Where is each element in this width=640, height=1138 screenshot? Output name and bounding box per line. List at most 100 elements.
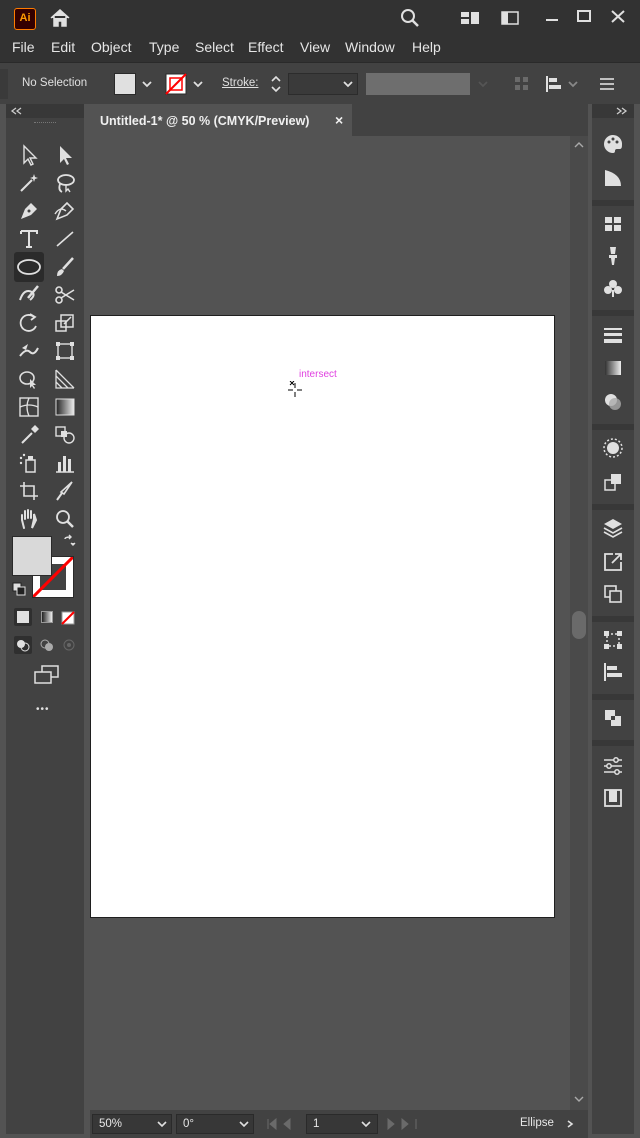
symbols-icon[interactable] [601,276,625,300]
color-panel-icon[interactable] [601,132,625,156]
change-screen-mode-icon[interactable] [32,664,60,686]
blend-tool[interactable] [52,422,78,448]
draw-inside-icon[interactable] [60,636,78,654]
tools-panel-header[interactable] [6,104,84,118]
swatches-icon[interactable] [601,212,625,236]
chevron-down-icon[interactable] [341,77,355,91]
slice-tool[interactable] [52,478,78,504]
lasso-tool[interactable] [52,170,78,196]
ellipse-tool[interactable] [14,252,44,282]
vertical-scrollbar[interactable] [570,136,588,1110]
stroke-panel-icon[interactable] [601,322,625,346]
graphic-styles-icon[interactable] [601,470,625,494]
default-fill-stroke-icon[interactable] [12,582,26,596]
brushes-icon[interactable] [601,244,625,268]
dock-header[interactable] [592,104,634,118]
chevron-right-icon[interactable] [564,1119,576,1129]
none-mode-icon[interactable] [61,611,75,625]
control-bar-gripper[interactable] [0,69,8,99]
pathfinder-icon[interactable] [601,706,625,730]
menu-help[interactable]: Help [412,39,441,55]
arrange-documents-icon[interactable] [458,6,482,30]
scroll-down-icon[interactable] [573,1094,585,1104]
artboards-icon[interactable] [601,582,625,606]
draw-behind-icon[interactable] [38,636,56,654]
column-graph-tool[interactable] [52,450,78,476]
hand-tool[interactable] [16,506,42,532]
asset-export-icon[interactable] [601,550,625,574]
chevron-down-icon[interactable] [360,1119,372,1129]
symbol-sprayer-tool[interactable] [16,450,42,476]
document-tab[interactable]: Untitled-1* @ 50 % (CMYK/Preview) × [90,104,352,136]
chevron-down-icon[interactable] [238,1119,250,1129]
scale-tool[interactable] [52,310,78,336]
eyedropper-tool[interactable] [16,422,42,448]
warp-tool[interactable] [16,338,42,364]
mesh-tool[interactable] [16,394,42,420]
properties-icon[interactable] [601,754,625,778]
scissors-tool[interactable] [52,282,78,308]
draw-normal-button[interactable] [14,636,32,654]
paintbrush-tool[interactable] [52,254,78,280]
stroke-none-swatch[interactable] [165,73,187,95]
maximize-icon[interactable] [572,6,596,30]
control-panel-menu-icon[interactable] [598,75,616,93]
fill-color-front[interactable] [12,536,52,576]
align-icon[interactable] [544,74,564,94]
workspace-icon[interactable] [498,6,522,30]
chevron-down-icon[interactable] [140,77,154,91]
menu-edit[interactable]: Edit [51,39,75,55]
shape-builder-tool[interactable] [16,366,42,392]
gradient-mode-button[interactable] [38,608,56,626]
menu-object[interactable]: Object [91,39,131,55]
collapse-arrows-icon[interactable] [10,107,22,115]
chevron-down-icon[interactable] [566,77,580,91]
layers-icon[interactable] [601,516,625,540]
home-icon[interactable] [48,6,72,30]
menu-type[interactable]: Type [149,39,179,55]
canvas[interactable]: intersect [90,136,570,1110]
pen-tool[interactable] [16,198,42,224]
fill-swatch[interactable] [114,73,136,95]
gradient-panel-icon[interactable] [601,356,625,380]
artboard[interactable] [90,315,555,918]
rotate-tool[interactable] [16,310,42,336]
chevron-down-icon[interactable] [191,77,205,91]
variable-width-profile[interactable] [366,73,470,95]
menu-effect[interactable]: Effect [248,39,284,55]
stroke-label[interactable]: Stroke: [222,77,258,89]
libraries-icon[interactable] [601,786,625,810]
appearance-icon[interactable] [601,436,625,460]
type-tool[interactable] [16,226,42,252]
scroll-up-icon[interactable] [573,140,585,150]
shaper-tool[interactable] [16,282,42,308]
curvature-tool[interactable] [52,198,78,224]
align-panel-icon[interactable] [601,660,625,684]
edit-toolbar-more[interactable]: ••• [36,704,50,715]
color-mode-button[interactable] [14,608,32,626]
swap-fill-stroke-icon[interactable] [62,534,76,548]
transparency-icon[interactable] [601,390,625,414]
current-tool-label[interactable]: Ellipse [520,1117,554,1129]
stroke-stepper-icon[interactable] [268,73,284,95]
scrollbar-thumb[interactable] [572,611,586,639]
minimize-icon[interactable] [540,6,564,30]
zoom-tool[interactable] [52,506,78,532]
gradient-tool[interactable] [52,394,78,420]
menu-file[interactable]: File [12,39,35,55]
chevron-down-icon[interactable] [156,1119,168,1129]
close-icon[interactable] [606,6,630,30]
magic-wand-tool[interactable] [16,170,42,196]
transform-icon[interactable] [601,628,625,652]
document-tab-close-icon[interactable]: × [335,112,343,128]
color-guide-icon[interactable] [601,166,625,190]
line-segment-tool[interactable] [52,226,78,252]
search-icon[interactable] [398,6,422,30]
menu-select[interactable]: Select [195,39,234,55]
perspective-grid-tool[interactable] [52,366,78,392]
free-transform-tool[interactable] [52,338,78,364]
menu-window[interactable]: Window [345,39,395,55]
artboard-tool[interactable] [16,478,42,504]
expand-arrows-icon[interactable] [616,107,628,115]
selection-tool[interactable] [16,142,42,168]
